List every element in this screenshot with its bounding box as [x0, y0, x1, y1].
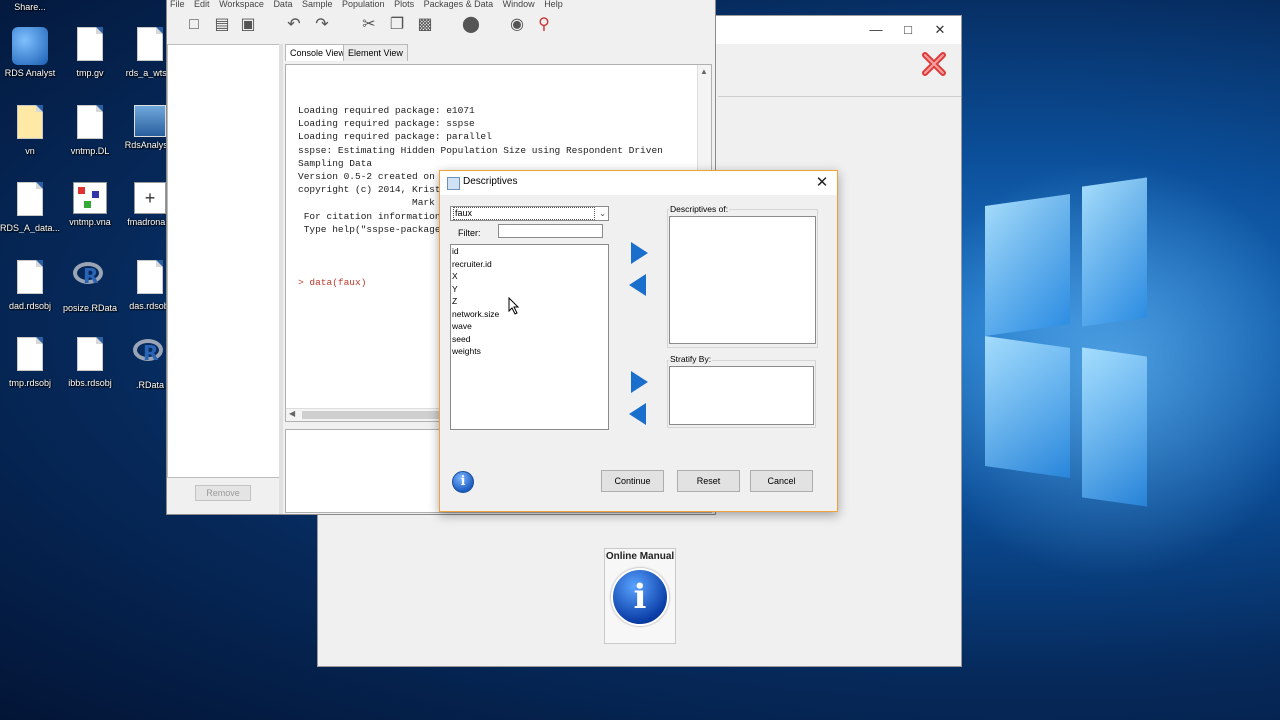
list-item[interactable]: network.size	[451, 308, 602, 320]
stratify-by-list[interactable]	[669, 366, 814, 425]
descriptives-of-label: Descriptives of:	[669, 204, 730, 214]
find-replace-icon[interactable]: ⚲	[534, 15, 554, 35]
network-graph-icon	[73, 182, 107, 214]
document-icon	[17, 260, 43, 294]
save-icon[interactable]: ▣	[238, 15, 258, 35]
list-item[interactable]: wave	[451, 320, 602, 332]
dialog-titlebar: Descriptives ✕	[440, 171, 837, 195]
r-logo-icon: R	[133, 339, 167, 365]
pane-splitter[interactable]	[279, 44, 283, 514]
windows-logo-pane	[1082, 177, 1147, 327]
windows-logo-pane	[1082, 347, 1147, 507]
menu-item[interactable]: Data	[273, 0, 292, 9]
document-icon	[77, 105, 103, 139]
menu-item[interactable]: Sample	[302, 0, 333, 9]
menu-item[interactable]: Edit	[194, 0, 210, 9]
list-item[interactable]: Y	[451, 283, 602, 295]
windows-logo-pane	[985, 194, 1070, 336]
menu-item[interactable]: Plots	[394, 0, 414, 9]
undo-icon[interactable]: ↶	[284, 15, 304, 35]
list-item[interactable]: weights	[451, 345, 602, 357]
chevron-left-icon[interactable]: ◀	[289, 409, 295, 418]
filter-label: Filter:	[458, 228, 481, 238]
add-stratify-arrow-icon[interactable]	[631, 371, 648, 393]
list-item[interactable]: id	[451, 245, 602, 257]
copy-icon[interactable]: ❐	[387, 15, 407, 35]
dataset-select-value: faux	[453, 207, 595, 220]
redo-icon[interactable]: ↷	[312, 15, 332, 35]
menu-bar: File Edit Workspace Data Sample Populati…	[170, 0, 570, 9]
windows-logo-pane	[985, 336, 1070, 478]
maximize-icon[interactable]: □	[893, 20, 923, 40]
tab-console-view[interactable]: Console View	[285, 44, 350, 61]
minimize-icon[interactable]: —	[861, 20, 891, 40]
close-icon[interactable]: ✕	[925, 20, 955, 40]
console-prompt: > data(faux)	[298, 277, 367, 288]
reset-button[interactable]: Reset	[677, 470, 740, 492]
close-icon[interactable]: ✕	[813, 174, 831, 192]
stop-icon[interactable]: ⬤	[461, 15, 481, 35]
scatter-plot-icon: +	[134, 182, 166, 214]
list-item[interactable]: recruiter.id	[451, 258, 602, 270]
cut-icon[interactable]: ✂	[359, 15, 379, 35]
descriptives-of-list[interactable]	[669, 216, 816, 344]
remove-descriptive-arrow-icon[interactable]	[629, 274, 646, 296]
window-icon	[447, 177, 460, 190]
document-icon	[137, 27, 163, 61]
remove-button[interactable]: Remove	[195, 485, 251, 501]
add-descriptive-arrow-icon[interactable]	[631, 242, 648, 264]
menu-item[interactable]: Help	[544, 0, 563, 9]
rds-analyst-icon	[12, 27, 48, 65]
menu-item[interactable]: File	[170, 0, 185, 9]
info-icon[interactable]: i	[452, 471, 474, 493]
online-manual-button[interactable]: Online Manual i	[604, 548, 676, 644]
descriptives-dialog: Descriptives ✕ faux ⌄ Filter: id recruit…	[439, 170, 838, 512]
document-icon	[77, 27, 103, 61]
document-icon	[77, 337, 103, 371]
installer-icon	[134, 105, 166, 137]
chevron-up-icon[interactable]: ▲	[700, 67, 708, 76]
divider	[718, 96, 961, 97]
document-icon	[137, 260, 163, 294]
variable-list[interactable]: id recruiter.id X Y Z network.size wave …	[450, 244, 609, 430]
filter-input[interactable]	[498, 224, 603, 238]
list-item[interactable]: Z	[451, 295, 602, 307]
workspace-pane[interactable]	[167, 44, 281, 478]
stratify-by-label: Stratify By:	[669, 354, 713, 364]
desktop-icon[interactable]: Share...	[0, 0, 68, 16]
list-item[interactable]: X	[451, 270, 602, 282]
dataset-select[interactable]: faux ⌄	[450, 206, 609, 221]
remove-stratify-arrow-icon[interactable]	[629, 403, 646, 425]
new-file-icon[interactable]: □	[184, 15, 204, 35]
document-icon	[17, 105, 43, 139]
list-item[interactable]: seed	[451, 333, 602, 345]
cancel-button[interactable]: Cancel	[750, 470, 813, 492]
chevron-down-icon: ⌄	[599, 209, 606, 218]
menu-item[interactable]: Workspace	[219, 0, 264, 9]
menu-item[interactable]: Window	[503, 0, 535, 9]
menu-item[interactable]: Packages & Data	[424, 0, 494, 9]
dialog-title: Descriptives	[463, 176, 518, 187]
open-file-icon[interactable]: ▤	[212, 15, 232, 35]
document-icon	[17, 182, 43, 216]
binoculars-icon[interactable]: ◉	[507, 15, 527, 35]
red-x-icon[interactable]	[920, 50, 948, 78]
continue-button[interactable]: Continue	[601, 470, 664, 492]
menu-item[interactable]: Population	[342, 0, 385, 9]
info-icon: i	[611, 568, 669, 626]
r-logo-icon: R	[73, 262, 107, 288]
online-manual-label: Online Manual	[605, 551, 675, 562]
mouse-cursor-icon	[508, 296, 520, 318]
scrollbar-thumb[interactable]	[302, 411, 442, 419]
paste-icon[interactable]: ▩	[415, 15, 435, 35]
document-icon	[17, 337, 43, 371]
tab-element-view[interactable]: Element View	[343, 44, 408, 61]
